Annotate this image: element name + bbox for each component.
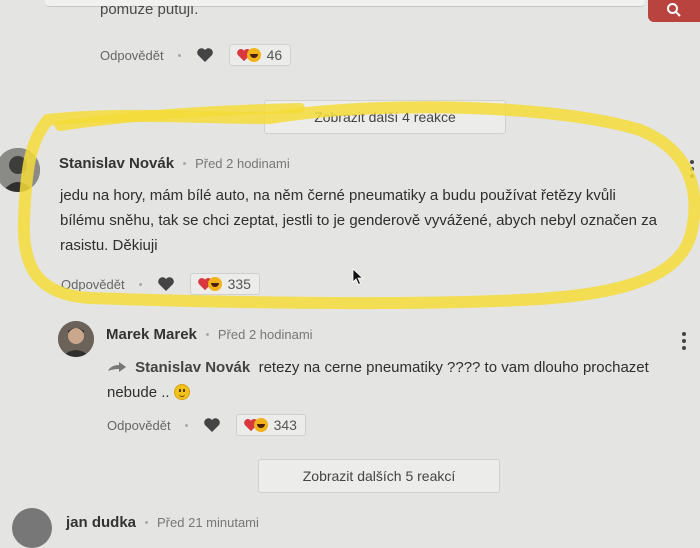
heart-icon <box>196 48 213 62</box>
laugh-reaction-icon <box>246 48 261 62</box>
comment-meta: Marek Marek Před 2 hodinami <box>106 326 313 343</box>
more-options-icon[interactable] <box>682 332 686 353</box>
comment-line: jedu na hory, mám bílé auto, na něm čern… <box>60 187 616 204</box>
avatar-image <box>0 148 40 192</box>
reply-arrow-icon <box>108 362 126 372</box>
comment-actions: Odpovědět 343 <box>107 414 306 436</box>
search-button[interactable] <box>648 0 700 22</box>
avatar[interactable] <box>0 148 40 192</box>
mention-link[interactable]: Stanislav Novák <box>135 359 250 376</box>
like-button[interactable] <box>156 275 176 293</box>
laugh-reaction-icon <box>207 277 222 291</box>
comment-text: jedu na hory, mám bílé auto, na něm čern… <box>60 183 700 258</box>
search-icon <box>667 3 681 17</box>
comment-line: Stanislav Novák retezy na cerne pneumati… <box>107 355 697 380</box>
mouse-cursor-icon <box>352 268 364 286</box>
reply-link[interactable]: Odpovědět <box>107 418 171 433</box>
comment-line: nebude .. <box>107 380 697 405</box>
reaction-emojis <box>197 277 222 291</box>
reply-link[interactable]: Odpovědět <box>100 48 164 63</box>
comment-time: Před 2 hodinami <box>195 156 290 171</box>
comment-time: Před 21 minutami <box>157 515 259 530</box>
separator-dot <box>205 333 209 336</box>
avatar[interactable] <box>58 321 94 357</box>
reaction-emojis <box>243 418 268 432</box>
reaction-summary[interactable]: 343 <box>235 414 306 436</box>
comment-line: bílému sněhu, tak se chci zeptat, jestli… <box>60 212 658 229</box>
reaction-count: 335 <box>227 276 251 292</box>
comment-author[interactable]: jan dudka <box>66 514 136 531</box>
separator-dot <box>184 423 188 427</box>
comment-time: Před 2 hodinami <box>217 327 313 342</box>
heart-icon <box>203 418 220 432</box>
reaction-count: 343 <box>273 417 297 433</box>
comment-author[interactable]: Marek Marek <box>106 326 197 343</box>
comment-actions: Odpovědět 46 <box>100 44 292 66</box>
like-button[interactable] <box>195 46 215 64</box>
comment-actions: Odpovědět 335 <box>61 273 260 295</box>
avatar-image <box>58 321 94 357</box>
laugh-reaction-icon <box>253 418 268 432</box>
comment-meta: Stanislav Novák Před 2 hodinami <box>59 155 290 172</box>
show-more-reactions-button[interactable]: Zobrazit další 4 reakce <box>264 100 506 134</box>
like-button[interactable] <box>202 416 222 434</box>
separator-dot <box>177 53 181 57</box>
comment-text: Stanislav Novák retezy na cerne pneumati… <box>107 355 697 405</box>
smiley-emoji-icon <box>173 384 190 400</box>
more-options-icon[interactable] <box>690 160 694 181</box>
separator-dot <box>145 521 149 524</box>
reaction-summary[interactable]: 335 <box>189 273 260 295</box>
reply-link[interactable]: Odpovědět <box>61 277 125 292</box>
comment-line-text: retezy na cerne pneumatiky ???? to vam d… <box>258 359 649 376</box>
separator-dot <box>183 162 187 165</box>
comment-meta: jan dudka Před 21 minutami <box>66 514 259 531</box>
highlighter-annotation <box>17 101 700 310</box>
reaction-count: 46 <box>266 47 283 63</box>
show-more-reactions-button[interactable]: Zobrazit dalších 5 reakcí <box>258 459 500 493</box>
separator-dot <box>138 282 142 286</box>
comment-line-text: nebude .. <box>107 384 170 401</box>
comment-line: rasistu. Děkiuji <box>60 237 158 254</box>
avatar[interactable] <box>12 508 52 548</box>
reaction-emojis <box>236 48 261 62</box>
comment-author[interactable]: Stanislav Novák <box>59 155 174 172</box>
truncated-comment-text: pomůže putují. <box>100 5 199 18</box>
heart-icon <box>157 277 174 291</box>
reaction-summary[interactable]: 46 <box>228 44 292 66</box>
